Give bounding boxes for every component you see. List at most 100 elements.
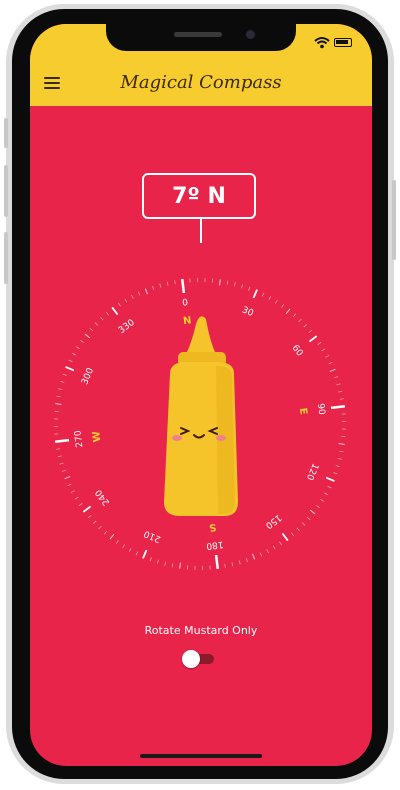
notch (106, 24, 296, 51)
minor-tick (122, 544, 126, 549)
major-tick (111, 306, 119, 316)
side-button-left (4, 232, 8, 284)
minor-tick (84, 333, 90, 339)
minor-tick (248, 286, 251, 291)
degree-label: 330 (117, 318, 137, 336)
degree-label: 210 (142, 528, 162, 544)
minor-tick (70, 490, 75, 493)
minor-tick (61, 469, 66, 472)
minor-tick (310, 509, 316, 515)
minor-tick (58, 388, 63, 391)
minor-tick (218, 279, 221, 286)
minor-tick (320, 498, 325, 502)
minor-tick (226, 280, 229, 285)
major-tick (65, 366, 75, 372)
cardinal-label: E (297, 407, 309, 415)
camera (246, 30, 255, 39)
cardinal-label: N (183, 315, 193, 327)
degree-label: 150 (263, 512, 283, 530)
minor-tick (159, 283, 162, 288)
minor-tick (72, 352, 76, 356)
minor-tick (261, 292, 265, 297)
minor-tick (94, 322, 99, 326)
cardinal-tick (180, 278, 186, 294)
minor-tick (128, 548, 132, 552)
minor-tick (98, 525, 102, 530)
minor-tick (334, 376, 339, 379)
minor-tick (238, 560, 241, 565)
minor-tick (164, 561, 167, 566)
minor-tick (328, 361, 333, 365)
cardinal-tick (54, 438, 70, 444)
minor-tick (60, 380, 65, 383)
minor-tick (109, 534, 115, 540)
degree-label: 120 (304, 462, 320, 482)
minor-tick (245, 558, 248, 563)
minor-tick (321, 348, 326, 352)
major-tick (325, 476, 335, 482)
minor-tick (290, 532, 295, 537)
toggle-label: Rotate Mustard Only (144, 624, 258, 637)
degree-label: 300 (80, 366, 96, 386)
mustard-bottle (164, 316, 238, 516)
minor-tick (74, 496, 79, 500)
minor-tick (259, 552, 263, 557)
minor-tick (274, 299, 278, 304)
minor-tick (171, 563, 174, 568)
minor-tick (339, 398, 344, 400)
major-tick (281, 532, 289, 542)
degree-label: 60 (290, 343, 305, 358)
minor-tick (62, 373, 67, 376)
minor-tick (308, 329, 313, 334)
minor-tick (55, 403, 62, 406)
minor-tick (337, 457, 342, 460)
heading-box: 7º N (142, 173, 256, 219)
degree-label: 30 (240, 305, 255, 319)
cardinal-label: S (208, 521, 216, 533)
major-tick (308, 335, 318, 343)
minor-tick (329, 368, 336, 373)
minor-tick (281, 304, 285, 308)
degree-label: 180 (205, 539, 224, 551)
rotate-mustard-toggle[interactable] (182, 650, 214, 668)
minor-tick (67, 483, 72, 487)
minor-tick (137, 291, 141, 296)
minor-tick (336, 383, 341, 386)
minor-tick (268, 296, 272, 300)
minor-tick (327, 485, 332, 489)
minor-tick (56, 395, 61, 398)
minor-tick (296, 527, 300, 532)
minor-tick (292, 313, 297, 318)
minor-tick (335, 465, 340, 468)
cardinal-tick (330, 404, 346, 410)
minor-tick (174, 280, 176, 285)
minor-tick (306, 516, 311, 521)
minor-tick (115, 540, 119, 544)
minor-tick (298, 318, 302, 323)
minor-tick (279, 541, 282, 546)
minor-tick (75, 346, 80, 350)
minor-tick (105, 311, 110, 316)
minor-tick (118, 302, 121, 307)
degree-label: 270 (73, 429, 85, 448)
minor-tick (285, 308, 291, 314)
minor-tick (100, 316, 104, 321)
minor-tick (316, 505, 320, 509)
side-button-left (4, 165, 8, 217)
minor-tick (124, 298, 128, 303)
minor-tick (57, 455, 62, 458)
minor-tick (339, 450, 344, 453)
home-indicator (140, 754, 262, 758)
cardinal-tick (214, 554, 220, 570)
minor-tick (241, 284, 244, 289)
degree-label: 0 (182, 298, 189, 309)
minor-tick (266, 549, 269, 554)
speaker (174, 32, 222, 37)
minor-tick (135, 551, 139, 556)
minor-tick (64, 475, 71, 480)
minor-tick (80, 339, 84, 343)
minor-tick (149, 557, 152, 562)
minor-tick (272, 545, 276, 550)
minor-tick (338, 442, 345, 445)
minor-tick (333, 472, 338, 475)
